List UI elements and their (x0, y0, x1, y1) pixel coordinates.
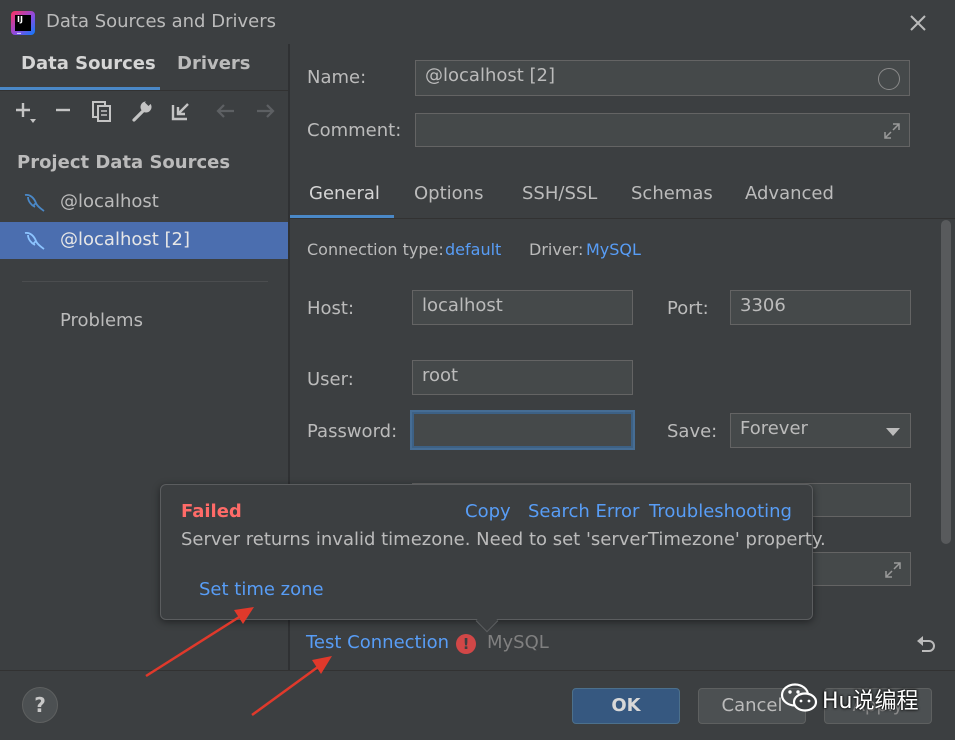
data-source-item-selected[interactable]: @localhost [2] (0, 222, 288, 259)
host-field[interactable]: localhost (412, 290, 633, 325)
left-tabs: Data Sources Drivers (0, 44, 288, 90)
jump-to-source-icon[interactable] (169, 97, 193, 125)
copy-link[interactable]: Copy (465, 501, 511, 522)
mysql-dolphin-icon (24, 231, 45, 250)
save-select[interactable]: Forever (730, 413, 911, 448)
color-circle-icon[interactable] (878, 68, 900, 90)
driver-label: Driver: (529, 240, 584, 259)
add-icon[interactable] (13, 97, 37, 125)
wrench-icon[interactable] (130, 97, 154, 125)
set-time-zone-link[interactable]: Set time zone (199, 579, 324, 600)
name-label: Name: (307, 67, 367, 88)
data-source-item[interactable]: @localhost (0, 184, 288, 221)
tab-drivers[interactable]: Drivers (177, 53, 251, 74)
tab-general[interactable]: General (309, 183, 380, 204)
divider (0, 90, 288, 91)
tab-options[interactable]: Options (414, 183, 483, 204)
tab-schemas[interactable]: Schemas (631, 183, 713, 204)
close-icon[interactable] (906, 11, 930, 35)
mysql-dolphin-icon (24, 193, 45, 212)
left-toolbar (0, 97, 288, 129)
remove-icon[interactable] (52, 97, 76, 125)
tab-data-sources[interactable]: Data Sources (21, 53, 156, 74)
host-label: Host: (307, 298, 355, 319)
forward-arrow-icon[interactable] (253, 97, 277, 125)
divider (290, 218, 955, 219)
password-label: Password: (307, 421, 398, 442)
expand-icon[interactable] (884, 561, 902, 579)
failed-status: Failed (181, 501, 242, 522)
port-label: Port: (667, 298, 709, 319)
watermark: Hu说编程 (780, 678, 930, 722)
save-select-value: Forever (740, 418, 808, 439)
connection-type-link[interactable]: default (445, 240, 501, 259)
title-bar: IJ _ Data Sources and Drivers (0, 0, 955, 44)
wechat-icon (780, 683, 818, 712)
name-field[interactable]: @localhost [2] (415, 60, 910, 96)
duplicate-icon[interactable] (90, 97, 114, 125)
user-label: User: (307, 369, 354, 390)
driver-link[interactable]: MySQL (586, 240, 641, 259)
connection-type-label: Connection type: (307, 240, 444, 259)
divider (22, 281, 268, 282)
test-connection-db: MySQL (487, 632, 549, 653)
data-source-label: @localhost (60, 191, 159, 212)
scrollbar[interactable] (941, 220, 951, 544)
help-button[interactable]: ? (22, 687, 58, 723)
comment-label: Comment: (307, 120, 402, 141)
comment-field[interactable] (415, 113, 910, 147)
error-icon: ! (456, 634, 476, 654)
settings-tabs: General Options SSH/SSL Schemas Advanced (290, 172, 955, 219)
project-data-sources-heading: Project Data Sources (17, 152, 231, 173)
tab-ssh-ssl[interactable]: SSH/SSL (522, 183, 597, 204)
intellij-app-icon: IJ _ (11, 11, 35, 35)
user-field[interactable]: root (412, 360, 633, 395)
ok-button[interactable]: OK (572, 688, 680, 724)
revert-icon[interactable] (914, 632, 938, 656)
data-source-label: @localhost [2] (60, 229, 191, 250)
connection-error-popup: Failed Copy Search Error Troubleshooting… (160, 484, 826, 633)
password-field[interactable] (412, 412, 633, 448)
problems-item[interactable]: Problems (60, 310, 143, 331)
window-title: Data Sources and Drivers (46, 11, 276, 32)
search-error-link[interactable]: Search Error (528, 501, 639, 522)
chevron-down-icon (886, 428, 900, 436)
test-connection-link[interactable]: Test Connection (306, 632, 449, 653)
watermark-text: Hu说编程 (822, 689, 919, 714)
port-field[interactable]: 3306 (730, 290, 911, 325)
save-label: Save: (667, 421, 718, 442)
error-message: Server returns invalid timezone. Need to… (181, 529, 826, 550)
expand-icon[interactable] (883, 122, 901, 140)
tab-advanced[interactable]: Advanced (745, 183, 834, 204)
name-value: @localhost [2] (425, 65, 556, 86)
troubleshooting-link[interactable]: Troubleshooting (649, 501, 792, 522)
back-arrow-icon[interactable] (214, 97, 238, 125)
